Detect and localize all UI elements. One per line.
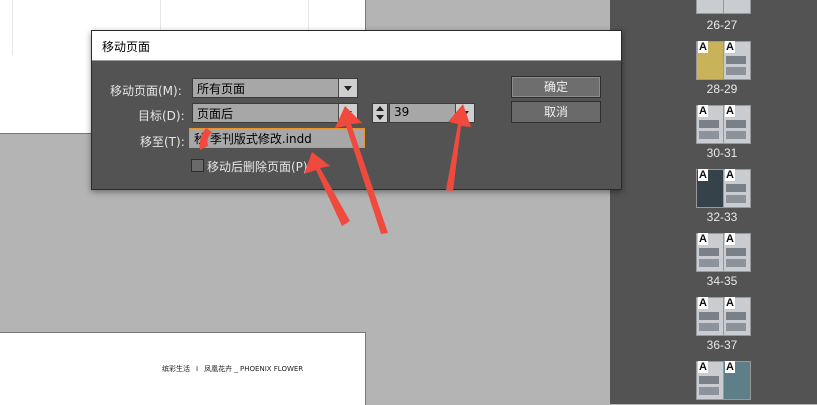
page-thumbnail[interactable]: A <box>696 105 724 144</box>
page-number-stepper[interactable] <box>372 103 388 123</box>
document-page-bottom: 缤彩生活 I 凤凰花卉 _ PHOENIX FLOWER <box>0 332 366 405</box>
move-pages-select[interactable]: 所有页面 <box>192 78 358 98</box>
master-letter: A <box>725 297 735 309</box>
page-footer: 缤彩生活 I 凤凰花卉 _ PHOENIX FLOWER <box>162 364 303 374</box>
page-thumbnail[interactable]: A <box>723 361 751 400</box>
move-to-value: 秋 季刊版式修改.indd <box>194 132 312 146</box>
move-pages-value: 所有页面 <box>197 82 246 96</box>
spread-label: 34-35 <box>706 274 738 288</box>
page-thumbnail[interactable]: A <box>696 233 724 272</box>
spread-label: 32-33 <box>706 210 738 224</box>
spread-label: 28-29 <box>706 82 738 96</box>
delete-after-move-label: 移动后删除页面(P) <box>207 160 308 174</box>
master-letter: A <box>698 233 708 245</box>
column-guide <box>12 0 13 55</box>
chevron-down-icon[interactable] <box>338 104 357 122</box>
page-thumbnail[interactable]: A <box>696 169 724 208</box>
master-letter: A <box>725 105 735 117</box>
delete-after-move-checkbox[interactable] <box>191 159 204 172</box>
master-letter: A <box>698 105 708 117</box>
page-thumbnail[interactable]: A <box>723 233 751 272</box>
page-number-select[interactable]: 39 <box>389 103 475 123</box>
footer-mid-text: 凤凰花卉 <box>204 365 233 373</box>
master-letter: A <box>725 41 735 53</box>
dialog-title-bar: 移动页面 <box>92 31 621 61</box>
page-thumbnail[interactable]: A <box>696 41 724 80</box>
ok-button[interactable]: 确定 <box>511 76 601 98</box>
chevron-down-icon[interactable] <box>455 104 474 122</box>
move-pages-dialog: 移动页面 移动页面(M): 所有页面 目标(D): 页面后 39 移至(T): … <box>91 30 622 190</box>
destination-select[interactable]: 页面后 <box>192 103 358 123</box>
page-thumbnail[interactable]: A <box>696 361 724 400</box>
page-thumbnail[interactable]: A <box>723 105 751 144</box>
page-thumbnail[interactable] <box>723 0 751 14</box>
spread-label: 36-37 <box>706 338 738 352</box>
page-thumbnail[interactable]: A <box>723 169 751 208</box>
move-to-document-field[interactable]: 秋 季刊版式修改.indd <box>189 128 365 148</box>
cancel-button[interactable]: 取消 <box>511 101 601 123</box>
page-thumbnail[interactable]: A <box>696 297 724 336</box>
stepper-down-icon[interactable] <box>376 115 384 120</box>
master-letter: A <box>698 361 708 373</box>
master-letter: A <box>698 41 708 53</box>
master-letter: A <box>725 169 735 181</box>
destination-label: 目标(D): <box>138 109 185 123</box>
chevron-down-icon[interactable] <box>338 79 357 97</box>
master-letter: A <box>725 361 735 373</box>
master-letter: A <box>698 169 708 181</box>
move-to-label: 移至(T): <box>140 135 185 149</box>
footer-right-text: _ PHOENIX FLOWER <box>234 365 304 373</box>
spread-label: 26-27 <box>706 18 738 32</box>
spread-label: 30-31 <box>706 146 738 160</box>
page-number-value: 39 <box>394 105 410 119</box>
destination-value: 页面后 <box>197 107 234 121</box>
dialog-title: 移动页面 <box>102 40 151 54</box>
move-pages-label: 移动页面(M): <box>110 84 182 98</box>
footer-separator: I <box>196 365 199 373</box>
master-letter: A <box>725 233 735 245</box>
master-letter: A <box>698 297 708 309</box>
page-thumbnail[interactable] <box>696 0 724 14</box>
page-thumbnail[interactable]: A <box>723 41 751 80</box>
stepper-up-icon[interactable] <box>376 106 384 111</box>
page-thumbnail[interactable]: A <box>723 297 751 336</box>
footer-left-text: 缤彩生活 <box>162 365 190 373</box>
